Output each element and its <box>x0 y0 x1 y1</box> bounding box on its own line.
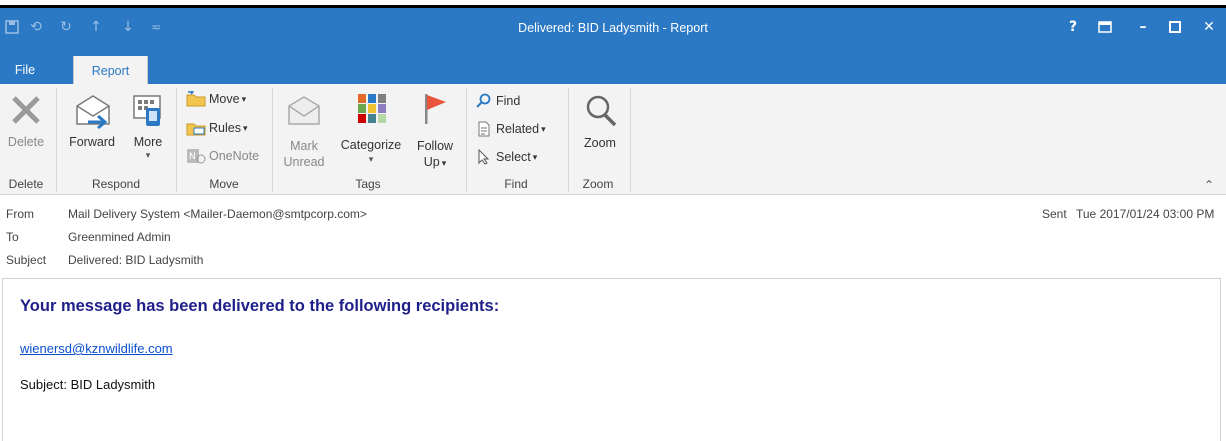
group-label-zoom: Zoom <box>582 177 614 191</box>
maximize-button[interactable] <box>1160 16 1190 38</box>
help-button[interactable]: ? <box>1058 16 1088 38</box>
more-label: More <box>133 135 163 149</box>
zoom-magnifier-icon <box>586 95 617 127</box>
rules-button[interactable]: Rules ▾ <box>186 117 248 139</box>
recipient-email-link[interactable]: wienersd@kznwildlife.com <box>20 341 173 356</box>
find-magnifier-icon <box>476 93 491 108</box>
follow-up-label-line1: Follow <box>416 139 454 153</box>
mark-unread-label-line1: Mark <box>290 139 318 153</box>
related-label: Related <box>496 122 540 136</box>
related-button[interactable]: Related ▾ <box>476 118 546 140</box>
find-button[interactable]: Find <box>476 90 520 112</box>
separator <box>630 88 631 192</box>
follow-up-button[interactable]: Follow Up ▾ <box>410 90 460 172</box>
forward-label: Forward <box>69 135 115 149</box>
move-folder-icon <box>186 91 206 107</box>
move-dropdown-icon: ▾ <box>241 93 247 104</box>
to-value[interactable]: Greenmined Admin <box>68 230 171 244</box>
delivery-headline: Your message has been delivered to the f… <box>20 297 500 315</box>
message-body[interactable]: Your message has been delivered to the f… <box>2 278 1221 441</box>
related-document-icon <box>478 121 490 137</box>
to-label: To <box>6 230 19 244</box>
onenote-button[interactable]: N OneNote <box>186 145 259 167</box>
group-label-delete: Delete <box>8 177 44 191</box>
close-button[interactable]: ✕ <box>1194 16 1224 38</box>
sent-value: Tue 2017/01/24 03:00 PM <box>1076 207 1215 221</box>
more-respond-icon <box>133 95 161 126</box>
from-value[interactable]: Mail Delivery System <Mailer-Daemon@smtp… <box>68 207 367 221</box>
find-label: Find <box>496 94 521 108</box>
move-button[interactable]: Move ▾ <box>186 88 246 110</box>
zoom-button[interactable]: Zoom <box>574 90 626 172</box>
move-label: Move <box>209 92 240 106</box>
group-label-respond: Respond <box>91 177 141 191</box>
rules-dropdown-icon: ▾ <box>242 122 248 133</box>
subject-value: Delivered: BID Ladysmith <box>68 253 204 267</box>
group-label-find: Find <box>504 177 528 191</box>
tab-report[interactable]: Report <box>73 56 148 86</box>
svg-text:N: N <box>189 152 196 162</box>
delete-label: Delete <box>7 135 45 149</box>
delete-button[interactable]: Delete <box>4 90 48 172</box>
mark-unread-button[interactable]: Mark Unread <box>280 90 328 172</box>
minimize-button[interactable]: – <box>1128 16 1158 38</box>
sent-label: Sent <box>1042 207 1067 221</box>
ribbon-display-options-button[interactable] <box>1090 16 1120 38</box>
delete-x-icon <box>12 96 40 124</box>
categorize-label: Categorize <box>340 138 402 152</box>
select-label: Select <box>496 150 531 164</box>
message-header: From Mail Delivery System <Mailer-Daemon… <box>0 196 1226 274</box>
window-title: Delivered: BID Ladysmith - Report <box>518 21 708 35</box>
body-subject-line: Subject: BID Ladysmith <box>20 377 156 392</box>
rules-icon <box>186 123 206 136</box>
tab-file[interactable]: File <box>10 56 40 84</box>
categorize-icon <box>358 94 386 123</box>
ribbon: Delete Delete Forward More ▾ Respond Mov… <box>0 84 1226 195</box>
forward-button[interactable]: Forward <box>62 90 122 172</box>
select-cursor-icon <box>478 149 490 165</box>
categorize-button[interactable]: Categorize ▾ <box>334 90 408 172</box>
select-dropdown-icon: ▾ <box>532 151 538 162</box>
ribbon-tabs: File Report <box>0 56 1226 86</box>
more-respond-button[interactable]: More ▾ <box>126 90 170 172</box>
title-bar: ⟲ ↻ ↑ ↓ ≂ Delivered: BID Ladysmith - Rep… <box>0 8 1226 56</box>
from-label: From <box>6 207 34 221</box>
forward-icon <box>76 95 110 130</box>
tab-strip <box>0 56 1226 84</box>
more-dropdown-icon: ▾ <box>145 150 151 160</box>
mark-unread-label-line2: Unread <box>283 155 325 169</box>
onenote-icon: N <box>187 149 206 164</box>
rules-label: Rules <box>209 121 241 135</box>
categorize-dropdown-icon: ▾ <box>368 154 374 164</box>
onenote-label: OneNote <box>209 149 260 163</box>
subject-label: Subject <box>6 253 47 267</box>
mark-unread-icon <box>288 96 320 125</box>
follow-up-flag-icon <box>425 94 446 124</box>
select-button[interactable]: Select ▾ <box>476 146 537 168</box>
follow-up-label-line2: Up <box>423 155 440 169</box>
group-label-tags: Tags <box>355 177 381 191</box>
follow-up-dropdown-icon: ▾ <box>441 158 447 168</box>
zoom-label: Zoom <box>584 136 616 150</box>
group-label-move: Move <box>209 177 239 191</box>
related-dropdown-icon: ▾ <box>541 123 546 134</box>
collapse-ribbon-icon[interactable]: ⌃ <box>1204 178 1214 192</box>
